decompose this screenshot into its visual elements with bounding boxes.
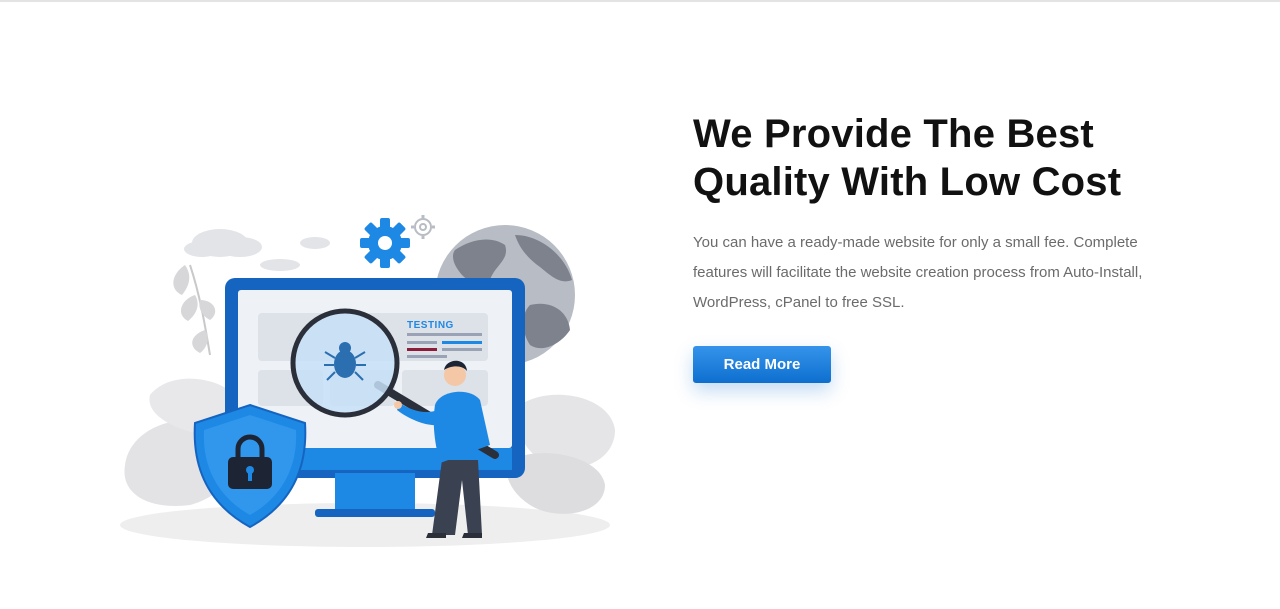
title-line-1: We Provide The Best <box>693 112 1094 156</box>
gear-icon <box>360 218 410 268</box>
title-line-2: Quality With Low Cost <box>693 160 1122 204</box>
top-border <box>0 0 1280 2</box>
hero-description: You can have a ready-made website for on… <box>693 234 1143 311</box>
screen-testing-label: TESTING <box>407 320 454 331</box>
hero-text: We Provide The Best Quality With Low Cos… <box>693 110 1163 383</box>
hero-illustration: TESTING <box>120 215 615 547</box>
cloud-icon <box>184 229 330 271</box>
read-more-button[interactable]: Read More <box>693 346 831 383</box>
page-title: We Provide The Best Quality With Low Cos… <box>693 110 1163 206</box>
small-gear-icon <box>411 215 435 239</box>
